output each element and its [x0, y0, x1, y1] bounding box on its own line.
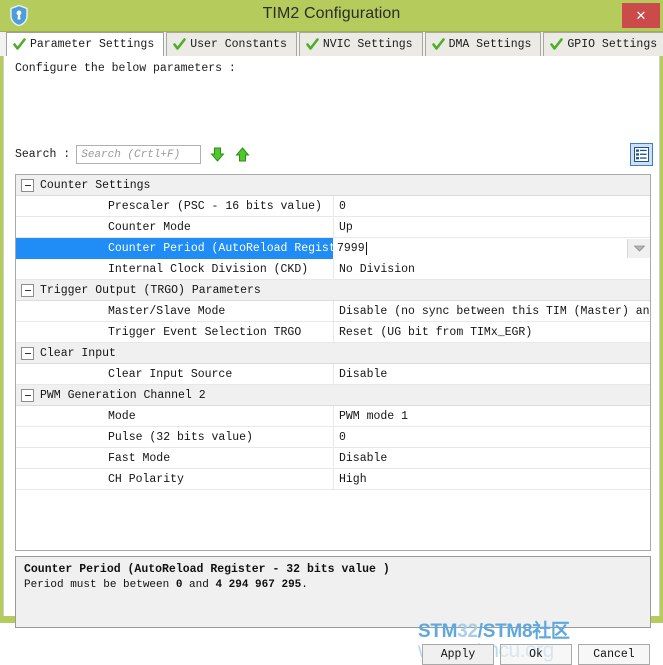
tab-nvic-settings[interactable]: NVIC Settings: [298, 32, 423, 56]
param-value[interactable]: 0: [333, 427, 650, 447]
search-input[interactable]: [76, 145, 202, 164]
description-prefix: Period must be between: [24, 579, 176, 591]
apply-button[interactable]: Apply: [422, 644, 494, 665]
param-value[interactable]: Disable: [333, 448, 650, 468]
group-label: Trigger Output (TRGO) Parameters: [40, 283, 261, 297]
param-name: Master/Slave Mode: [108, 304, 226, 318]
green-check-icon: [550, 38, 564, 51]
cancel-button[interactable]: Cancel: [578, 644, 650, 665]
counter-period-input[interactable]: 7999: [333, 238, 627, 258]
group-label: Counter Settings: [40, 178, 151, 192]
table-row[interactable]: Trigger Event Selection TRGO Reset (UG b…: [16, 322, 650, 343]
tab-parameter-settings[interactable]: Parameter Settings: [6, 32, 165, 56]
table-row-selected[interactable]: Counter Period (AutoReload Registe... 79…: [16, 237, 650, 259]
ok-button[interactable]: Ok: [500, 644, 572, 665]
param-value[interactable]: Up: [333, 217, 650, 237]
list-view-icon[interactable]: [630, 143, 653, 166]
param-name: CH Polarity: [108, 472, 184, 486]
parameter-table: Counter Settings Prescaler (PSC - 16 bit…: [15, 174, 651, 551]
param-name: Pulse (32 bits value): [108, 430, 253, 444]
param-value[interactable]: Disable: [333, 364, 650, 384]
param-value[interactable]: No Division: [333, 259, 650, 279]
close-button[interactable]: ✕: [622, 3, 660, 28]
collapse-icon[interactable]: [21, 346, 34, 360]
param-name: Mode: [108, 409, 136, 423]
green-check-icon: [173, 38, 187, 51]
param-value-editor-cell[interactable]: 7999: [333, 237, 650, 259]
title-bar: TIM2 Configuration ✕: [0, 0, 663, 31]
collapse-icon[interactable]: [21, 388, 34, 402]
arrow-down-icon[interactable]: [209, 146, 226, 163]
description-body: Period must be between 0 and 4 294 967 2…: [24, 579, 642, 591]
tab-gpio-settings[interactable]: GPIO Settings: [543, 32, 663, 56]
description-max: 4 294 967 295: [215, 579, 302, 591]
content-area: Configure the below parameters : Search …: [3, 56, 660, 665]
text-caret: [365, 241, 367, 255]
param-name: Counter Period (AutoReload Registe...: [108, 241, 333, 255]
param-value[interactable]: Disable (no sync between this TIM (Maste…: [333, 301, 650, 321]
tab-dma-settings[interactable]: DMA Settings: [424, 32, 542, 56]
group-label: Clear Input: [40, 346, 116, 360]
collapse-icon[interactable]: [21, 283, 34, 297]
table-group-row[interactable]: Counter Settings: [16, 175, 650, 196]
tab-label: NVIC Settings: [322, 38, 413, 51]
dialog-button-row: Apply Ok Cancel: [422, 644, 650, 665]
table-row[interactable]: Master/Slave Mode Disable (no sync betwe…: [16, 301, 650, 322]
table-group-row[interactable]: PWM Generation Channel 2: [16, 385, 650, 406]
group-value-cell: [333, 385, 650, 405]
tab-label: User Constants: [190, 38, 287, 51]
dialog-window: TIM2 Configuration ✕ Parameter Settings …: [0, 0, 663, 665]
group-value-cell: [333, 343, 650, 363]
description-suffix: .: [301, 579, 308, 591]
group-value-cell: [333, 175, 650, 195]
param-value[interactable]: High: [333, 469, 650, 489]
arrow-up-icon[interactable]: [234, 146, 251, 163]
table-group-row[interactable]: Trigger Output (TRGO) Parameters: [16, 280, 650, 301]
tab-bar: Parameter Settings User Constants NVIC S…: [0, 31, 663, 56]
configure-instruction: Configure the below parameters :: [15, 62, 236, 75]
param-value[interactable]: Reset (UG bit from TIMx_EGR): [333, 322, 650, 342]
table-row[interactable]: Clear Input Source Disable: [16, 364, 650, 385]
collapse-icon[interactable]: [21, 178, 34, 192]
table-row[interactable]: Prescaler (PSC - 16 bits value) 0: [16, 196, 650, 217]
search-row: Search :: [15, 145, 251, 164]
group-value-cell: [333, 280, 650, 300]
tab-user-constants[interactable]: User Constants: [166, 32, 297, 56]
table-row[interactable]: Counter Mode Up: [16, 217, 650, 238]
description-panel: Counter Period (AutoReload Register - 32…: [15, 556, 651, 628]
tab-label: Parameter Settings: [30, 38, 155, 51]
param-value[interactable]: PWM mode 1: [333, 406, 650, 426]
chevron-down-icon[interactable]: [627, 238, 650, 258]
table-row[interactable]: Fast Mode Disable: [16, 448, 650, 469]
param-name: Fast Mode: [108, 451, 171, 465]
tab-label: GPIO Settings: [567, 38, 658, 51]
description-title: Counter Period (AutoReload Register - 32…: [24, 563, 390, 576]
tab-label: DMA Settings: [448, 38, 532, 51]
param-name: Internal Clock Division (CKD): [108, 262, 309, 276]
table-row[interactable]: Mode PWM mode 1: [16, 406, 650, 427]
param-name: Trigger Event Selection TRGO: [108, 325, 302, 339]
table-row[interactable]: Internal Clock Division (CKD) No Divisio…: [16, 259, 650, 280]
search-label: Search :: [15, 148, 71, 161]
table-row[interactable]: CH Polarity High: [16, 469, 650, 490]
green-check-icon: [13, 38, 26, 51]
param-name: Clear Input Source: [108, 367, 233, 381]
green-check-icon: [431, 38, 445, 51]
table-group-row[interactable]: Clear Input: [16, 343, 650, 364]
group-label: PWM Generation Channel 2: [40, 388, 206, 402]
param-value[interactable]: 0: [333, 196, 650, 216]
param-name: Counter Mode: [108, 220, 191, 234]
editor-text: 7999: [337, 241, 365, 255]
window-title: TIM2 Configuration: [262, 5, 401, 22]
parameter-table-scroll: Counter Settings Prescaler (PSC - 16 bit…: [16, 175, 650, 550]
green-check-icon: [306, 38, 319, 51]
description-mid: and: [182, 579, 216, 591]
param-name: Prescaler (PSC - 16 bits value): [108, 199, 322, 213]
table-row[interactable]: Pulse (32 bits value) 0: [16, 427, 650, 448]
